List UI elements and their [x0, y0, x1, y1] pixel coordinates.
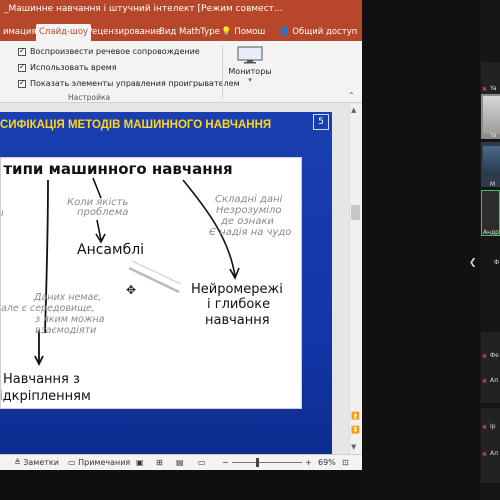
timings-checkbox-row[interactable]: Использовать время — [18, 61, 117, 74]
participant-name-4: Андр — [483, 229, 499, 236]
window-title: _Машинне навчання і штучний інтелект [Ре… — [4, 4, 283, 14]
slide-number: 5 — [313, 114, 329, 130]
media-controls-label: Показать элементы управления проигрывате… — [30, 79, 240, 88]
desktop-background — [0, 470, 362, 500]
neural-line1: Нейромережі — [191, 282, 283, 297]
notes-icon: ≜ — [14, 458, 21, 467]
tab-help[interactable]: 💡 Помош — [218, 24, 268, 41]
narration-label: Воспроизвести речевое сопровождение — [30, 47, 200, 56]
arrow-to-ensembles-top — [92, 177, 102, 199]
neural-line2: і глибоке — [207, 297, 270, 312]
tab-help-label: Помош — [234, 27, 266, 37]
notes-label: Заметки — [23, 458, 59, 467]
tab-review[interactable]: Рецензирование — [84, 24, 164, 41]
reinforcement-line1: Навчання з — [3, 372, 80, 387]
reinforcement-line2: ідкріпленням — [1, 389, 91, 404]
mic-muted-icon: ✖ — [482, 378, 488, 385]
media-controls-checkbox-row[interactable]: Показать элементы управления проигрывате… — [18, 77, 240, 90]
diagram-header: і типи машинного навчання — [1, 160, 233, 178]
zoom-level[interactable]: 69% — [318, 458, 336, 467]
next-slide-icon[interactable]: ⏬ — [351, 426, 360, 434]
participant-name-7: Ал — [490, 377, 498, 384]
monitors-button[interactable]: Мониторы ▾ — [225, 45, 275, 91]
slide-sorter-icon[interactable]: ⊞ — [156, 458, 163, 467]
ribbon-panel: Воспроизвести речевое сопровождение Испо… — [0, 41, 362, 103]
screen: _Машинне навчання і штучний інтелект [Ре… — [0, 0, 500, 500]
comments-label: Примечания — [78, 458, 131, 467]
scroll-down-icon[interactable]: ▼ — [351, 443, 356, 451]
ribbon-tabs: имация Слайд-шоу Рецензирование Вид Math… — [0, 22, 362, 41]
share-label: Общий доступ — [292, 27, 358, 37]
comment-icon: ▭ — [68, 458, 76, 467]
reading-view-icon[interactable]: ▤ — [176, 458, 184, 467]
timings-label: Использовать время — [30, 63, 117, 72]
participant-name-3: M — [490, 181, 496, 188]
media-controls-checkbox[interactable] — [18, 78, 26, 88]
status-bar: ≜ Заметки ▭ Примечания ▣ ⊞ ▤ ▭ − + 69% ⊡ — [0, 454, 362, 470]
neural-line3: навчання — [205, 313, 270, 328]
collapse-ribbon-icon[interactable]: ⌃ — [348, 91, 355, 100]
zoom-slider-thumb[interactable] — [256, 458, 259, 467]
note-nodata-line1: Даних немає, — [33, 292, 102, 303]
mic-muted-icon: ✖ — [482, 424, 488, 431]
monitor-icon — [237, 46, 263, 64]
prev-slide-icon[interactable]: ⏫ — [351, 412, 360, 420]
chevron-left-icon[interactable]: ❮ — [469, 258, 477, 268]
setup-group-label: Настройка — [68, 93, 111, 102]
lightbulb-icon: 💡 — [221, 27, 232, 37]
note-nodata-line4: взаємодіяти — [35, 325, 96, 336]
note-nodata-line3: з яким можна — [35, 314, 105, 325]
participant-photo — [483, 96, 500, 134]
fit-slide-icon[interactable]: ⊡ — [342, 458, 349, 467]
note-complex-line4: Є надія на чудо — [209, 226, 291, 238]
tab-slideshow[interactable]: Слайд-шоу — [36, 24, 92, 41]
participant-name-5: Ф — [494, 259, 500, 266]
mic-muted-icon: ✖ — [482, 451, 488, 458]
note-complex-line2: Незрозуміло — [216, 204, 282, 216]
note-nodata-line2: але є середовище, — [1, 303, 95, 314]
participant-name-9: Ал — [490, 450, 498, 457]
vertical-scrollbar[interactable] — [349, 104, 362, 454]
participant-video — [483, 146, 500, 176]
chevron-down-icon: ▾ — [248, 76, 252, 84]
powerpoint-window: _Машинне навчання і штучний інтелект [Ре… — [0, 0, 362, 500]
narration-checkbox[interactable] — [18, 46, 26, 56]
ribbon-divider — [222, 45, 223, 99]
zoom-in-button[interactable]: + — [305, 458, 312, 467]
note-complex-line1: Складні дані — [215, 193, 283, 205]
zoom-out-button[interactable]: − — [222, 458, 229, 467]
left-fragment: ı — [1, 208, 4, 219]
zoom-slider[interactable] — [232, 462, 302, 463]
note-quality-line2: проблема — [77, 206, 128, 218]
participant-name-1: Ya — [490, 85, 497, 92]
slide[interactable]: СИФІКАЦІЯ МЕТОДІВ МАШИННОГО НАВЧАННЯ 5 і… — [0, 112, 332, 454]
note-complex-line3: де ознаки — [220, 216, 274, 227]
tab-animation[interactable]: имация — [0, 24, 40, 41]
slideshow-view-icon[interactable]: ▭ — [198, 458, 206, 467]
mic-muted-icon: ✖ — [482, 86, 488, 93]
timings-checkbox[interactable] — [18, 62, 26, 72]
participant-name-2: Ya — [490, 132, 497, 139]
tab-mathtype[interactable]: MathType — [176, 24, 223, 41]
participant-name-8: Ір — [490, 423, 496, 430]
whiteboard-image: і типи машинного навчання ı Коли якість … — [0, 157, 302, 409]
participant-tile-9[interactable] — [481, 438, 500, 484]
conference-stage — [362, 0, 480, 500]
scrollbar-thumb[interactable] — [351, 205, 360, 220]
normal-view-icon[interactable]: ▣ — [136, 458, 144, 467]
monitors-label: Мониторы — [228, 67, 272, 76]
move-cursor-icon: ✥ — [126, 283, 137, 297]
share-button[interactable]: 👤 Общий доступ — [276, 24, 360, 41]
scroll-up-icon[interactable]: ▲ — [351, 106, 356, 114]
notes-button[interactable]: ≜ Заметки — [14, 458, 59, 467]
comments-button[interactable]: ▭ Примечания — [68, 458, 130, 467]
narration-checkbox-row[interactable]: Воспроизвести речевое сопровождение — [18, 45, 200, 58]
title-bar: _Машинне навчання і штучний інтелект [Ре… — [0, 0, 362, 22]
ensembles-label: Ансамблі — [77, 242, 144, 258]
slide-title: СИФІКАЦІЯ МЕТОДІВ МАШИННОГО НАВЧАННЯ — [0, 119, 272, 131]
ml-types-diagram: і типи машинного навчання ı Коли якість … — [1, 160, 291, 404]
person-icon: 👤 — [279, 27, 290, 37]
